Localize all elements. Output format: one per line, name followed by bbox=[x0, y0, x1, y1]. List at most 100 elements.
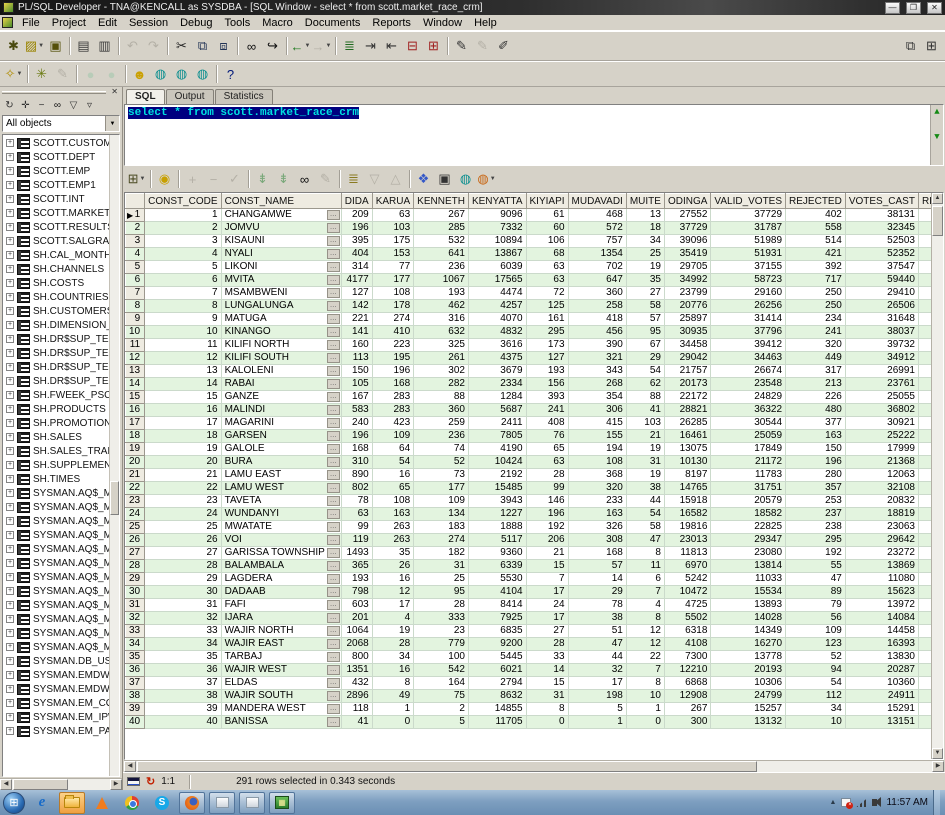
cell-ellipsis-button[interactable]: … bbox=[327, 613, 340, 623]
minimize-button[interactable]: — bbox=[885, 2, 900, 14]
table-row[interactable]: 2727GARISSA TOWNSHIP…1493351829360211688… bbox=[126, 547, 945, 560]
describe-icon[interactable]: ≣ bbox=[339, 36, 360, 56]
row-selector[interactable]: 10 bbox=[126, 326, 145, 339]
row-selector[interactable]: 23 bbox=[126, 495, 145, 508]
windows-explorer-icon[interactable] bbox=[59, 792, 85, 814]
panel-grip[interactable] bbox=[2, 91, 106, 94]
table-row[interactable]: 3333WAJIR NORTH…106419236835275112631814… bbox=[126, 625, 945, 638]
dropdown-caret-icon[interactable]: ▼ bbox=[38, 43, 44, 49]
table-row[interactable]: 2424WUNDANYI…631631341227196163541658218… bbox=[126, 508, 945, 521]
grid-view-button[interactable]: ⊞▼ bbox=[126, 169, 147, 189]
row-selector[interactable]: 14 bbox=[126, 378, 145, 391]
export-results-icon[interactable]: ≣ bbox=[343, 169, 364, 189]
tree-item[interactable]: +SYSMAN.AQ$_MGMT_ bbox=[3, 584, 109, 598]
row-selector[interactable]: 34 bbox=[126, 638, 145, 651]
expand-plus-icon[interactable]: + bbox=[6, 279, 14, 287]
tree-item[interactable]: +SH.CHANNELS bbox=[3, 262, 109, 276]
expand-plus-icon[interactable]: + bbox=[6, 615, 14, 623]
column-header-const_code[interactable]: CONST_CODE bbox=[145, 194, 221, 209]
network-icon[interactable] bbox=[856, 798, 867, 807]
tree-item[interactable]: +SH.DR$SUP_TEXT_ID: bbox=[3, 332, 109, 346]
row-selector[interactable]: 19 bbox=[126, 443, 145, 456]
row-selector[interactable]: 30 bbox=[126, 586, 145, 599]
cell-ellipsis-button[interactable]: … bbox=[327, 236, 340, 246]
cell-ellipsis-button[interactable]: … bbox=[327, 327, 340, 337]
row-selector[interactable]: 28 bbox=[126, 560, 145, 573]
expand-plus-icon[interactable]: + bbox=[6, 181, 14, 189]
column-header-kenyatta[interactable]: KENYATTA bbox=[468, 194, 526, 209]
table-row[interactable]: 1818GARSEN…19610923678057615521164612505… bbox=[126, 430, 945, 443]
tree-item[interactable]: +SH.DR$SUP_TEXT_ID: bbox=[3, 346, 109, 360]
expand-plus-icon[interactable]: + bbox=[6, 559, 14, 567]
row-selector[interactable]: 31 bbox=[126, 599, 145, 612]
row-selector[interactable]: 8 bbox=[126, 300, 145, 313]
cell-ellipsis-button[interactable]: … bbox=[327, 301, 340, 311]
cell-ellipsis-button[interactable]: … bbox=[327, 418, 340, 428]
table-row[interactable]: 2626VOI…11926327451172063084723013293472… bbox=[126, 534, 945, 547]
table-row[interactable]: 2121LAMU EAST…89016732192283681981971178… bbox=[126, 469, 945, 482]
tree-vertical-scrollbar[interactable] bbox=[109, 135, 119, 776]
commit-icon[interactable]: ◍ bbox=[150, 64, 171, 84]
row-selector[interactable]: 37 bbox=[126, 677, 145, 690]
expand-plus-icon[interactable]: + bbox=[6, 223, 14, 231]
tree-item[interactable]: +SYSMAN.AQ$_MGMT_ bbox=[3, 542, 109, 556]
tree-item[interactable]: +SH.COSTS bbox=[3, 276, 109, 290]
save-icon[interactable]: ▣ bbox=[45, 36, 66, 56]
expand-plus-icon[interactable]: + bbox=[6, 377, 14, 385]
find-data-icon[interactable]: ∞ bbox=[294, 169, 315, 189]
expand-plus-icon[interactable]: + bbox=[6, 153, 14, 161]
table-row[interactable]: 1111KILIFI NORTH…16022332536161733906734… bbox=[126, 339, 945, 352]
row-selector[interactable]: 22 bbox=[126, 482, 145, 495]
pen-icon[interactable]: ✎ bbox=[451, 36, 472, 56]
menu-documents[interactable]: Documents bbox=[299, 16, 367, 30]
cell-ellipsis-button[interactable]: … bbox=[327, 626, 340, 636]
table-row[interactable]: 99MATUGA…2212743164070161418572589731414… bbox=[126, 313, 945, 326]
row-selector[interactable]: 6 bbox=[126, 274, 145, 287]
tree-item[interactable]: +SH.CAL_MONTH_SALE bbox=[3, 248, 109, 262]
cell-ellipsis-button[interactable]: … bbox=[327, 483, 340, 493]
expand-plus-icon[interactable]: + bbox=[6, 363, 14, 371]
tab-statistics[interactable]: Statistics bbox=[215, 89, 273, 104]
column-header-kenneth[interactable]: KENNETH bbox=[414, 194, 469, 209]
tree-item[interactable]: +SCOTT.EMP1 bbox=[3, 178, 109, 192]
tree-item[interactable]: +SYSMAN.AQ$_MGMT_ bbox=[3, 500, 109, 514]
tree-item[interactable]: +SH.DR$SUP_TEXT_ID: bbox=[3, 374, 109, 388]
row-selector[interactable]: 16 bbox=[126, 404, 145, 417]
row-selector[interactable]: 40 bbox=[126, 716, 145, 729]
scroll-down-icon[interactable]: ▼ bbox=[932, 748, 943, 759]
tree-item[interactable]: +SH.CUSTOMERS bbox=[3, 304, 109, 318]
cell-ellipsis-button[interactable]: … bbox=[327, 639, 340, 649]
expand-plus-icon[interactable]: + bbox=[6, 727, 14, 735]
grid-vertical-scrollbar[interactable]: ▲ ▼ bbox=[931, 193, 943, 759]
dropdown-caret-icon[interactable]: ▼ bbox=[139, 176, 145, 182]
print-icon[interactable]: ▤ bbox=[73, 36, 94, 56]
tree-item[interactable]: +SCOTT.SALGRADE bbox=[3, 234, 109, 248]
tree-item[interactable]: +SH.SUPPLEMENTARY_ bbox=[3, 458, 109, 472]
row-selector[interactable]: 4 bbox=[126, 248, 145, 261]
tree-item[interactable]: +SYSMAN.EM_IPW_INF bbox=[3, 710, 109, 724]
expand-plus-icon[interactable]: + bbox=[6, 489, 14, 497]
tree-item[interactable]: +SYSMAN.EM_PAGE_CU bbox=[3, 724, 109, 738]
cell-ellipsis-button[interactable]: … bbox=[327, 717, 340, 727]
grid-scroll-thumb[interactable] bbox=[932, 206, 943, 236]
row-selector[interactable]: 11 bbox=[126, 339, 145, 352]
cell-ellipsis-button[interactable]: … bbox=[327, 561, 340, 571]
expand-plus-icon[interactable]: + bbox=[6, 195, 14, 203]
menu-help[interactable]: Help bbox=[468, 16, 503, 30]
tree-item[interactable]: +SH.PRODUCTS bbox=[3, 402, 109, 416]
expand-plus-icon[interactable]: + bbox=[6, 713, 14, 721]
tree-item[interactable]: +SH.PROMOTIONS bbox=[3, 416, 109, 430]
tree-item[interactable]: +SYSMAN.AQ$_MGMT_ bbox=[3, 626, 109, 640]
table-row[interactable]: 3636WAJIR WEST…1351165426021143271221020… bbox=[126, 664, 945, 677]
row-selector[interactable]: 24 bbox=[126, 508, 145, 521]
expand-plus-icon[interactable]: + bbox=[6, 167, 14, 175]
taskbar-clock[interactable]: 11:57 AM bbox=[886, 797, 928, 808]
menu-macro[interactable]: Macro bbox=[256, 16, 299, 30]
row-selector[interactable]: 29 bbox=[126, 573, 145, 586]
chevron-down-icon[interactable]: ▼ bbox=[105, 116, 119, 131]
expand-plus-icon[interactable]: + bbox=[6, 209, 14, 217]
cell-ellipsis-button[interactable]: … bbox=[327, 210, 340, 220]
expand-icon[interactable]: ✛ bbox=[18, 98, 33, 113]
table-row[interactable]: 3535TARBAJ…80034100544533442273001377852… bbox=[126, 651, 945, 664]
table-row[interactable]: 2828BALAMBALA…36526316339155711697013814… bbox=[126, 560, 945, 573]
